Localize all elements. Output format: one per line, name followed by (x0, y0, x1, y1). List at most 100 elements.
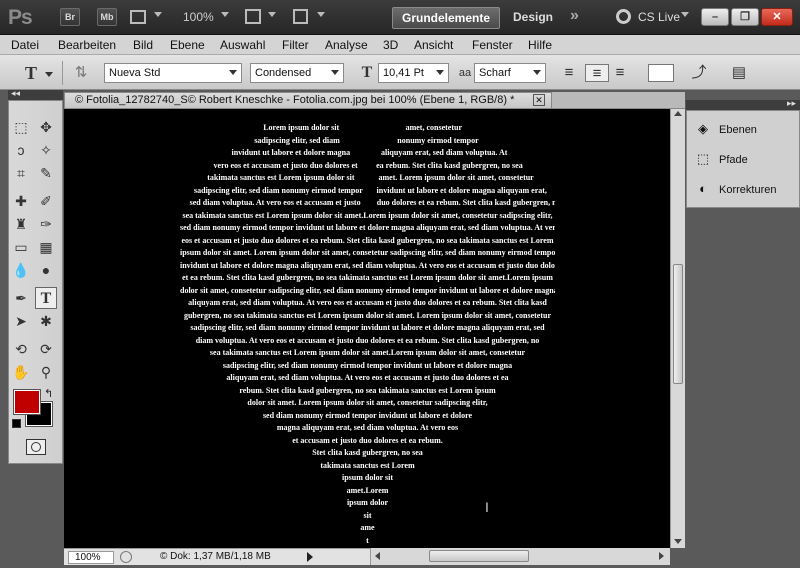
character-panel-icon[interactable]: ▤ (730, 64, 748, 82)
horizontal-scroll-thumb[interactable] (429, 550, 529, 562)
menu-bild[interactable]: Bild (133, 38, 153, 52)
status-share-icon[interactable] (120, 551, 132, 563)
3d-orbit-tool-icon[interactable]: ⟳ (35, 338, 57, 360)
chevron-down-icon[interactable] (681, 12, 689, 17)
crop-tool-icon[interactable]: ⌗ (10, 162, 32, 184)
menu-auswahl[interactable]: Auswahl (220, 38, 265, 52)
marquee-tool-icon[interactable]: ⬚ (10, 116, 32, 138)
text-tool-preset-icon[interactable]: T (22, 64, 40, 82)
scroll-up-icon[interactable] (674, 111, 682, 116)
zoom-level[interactable]: 100% (183, 10, 214, 24)
scroll-down-icon[interactable] (674, 539, 682, 544)
close-document-icon[interactable]: ✕ (533, 94, 545, 106)
menu-3d[interactable]: 3D (383, 38, 398, 52)
healing-brush-tool-icon[interactable]: ✚ (10, 190, 32, 212)
menu-analyse[interactable]: Analyse (325, 38, 368, 52)
3d-rotate-tool-icon[interactable]: ⟲ (10, 338, 32, 360)
workspace-grundelemente-button[interactable]: Grundelemente (392, 7, 500, 29)
film-strip-icon[interactable] (130, 10, 146, 24)
magic-wand-tool-icon[interactable]: ✧ (35, 139, 57, 161)
menu-fenster[interactable]: Fenster (472, 38, 513, 52)
menu-datei[interactable]: Datei (11, 38, 39, 52)
antialias-select[interactable]: Scharf (474, 63, 546, 83)
font-family-select[interactable]: Nueva Std (104, 63, 242, 83)
zoom-tool-icon[interactable]: ⚲ (35, 361, 57, 383)
brush-tool-icon[interactable]: ✐ (35, 190, 57, 212)
text-orientation-icon[interactable]: ⇅ (72, 64, 90, 82)
collapse-icon[interactable]: ◂◂ (11, 88, 20, 99)
default-colors-icon[interactable] (12, 419, 21, 428)
panel-paths[interactable]: ⬚ Pfade (693, 148, 748, 170)
text-line: invidunt ut labore et dolore magna aliqu… (180, 260, 555, 270)
text-fragment: takimata sanctus est Lorem ipsum dolor s… (207, 173, 355, 182)
history-brush-tool-icon[interactable]: ✑ (35, 213, 57, 235)
text-line: sed diam voluptua. At vero eos et accusa… (180, 197, 555, 210)
path-selection-tool-icon[interactable]: ➤ (10, 310, 32, 332)
horizontal-scrollbar[interactable] (370, 548, 670, 565)
scroll-left-icon[interactable] (375, 552, 380, 560)
menu-ebene[interactable]: Ebene (170, 38, 205, 52)
menu-ansicht[interactable]: Ansicht (414, 38, 453, 52)
text-line: sed diam nonumy eirmod tempor invidunt u… (180, 223, 555, 232)
align-center-icon[interactable]: ≡ (585, 64, 609, 82)
type-tool-icon[interactable]: T (35, 287, 57, 309)
heart-shaped-text-layer[interactable]: Lorem ipsum dolor sit amet, consetetur sad… (180, 122, 555, 546)
custom-shape-tool-icon[interactable]: ✱ (35, 310, 57, 332)
align-right-icon[interactable]: ≡ (611, 64, 629, 82)
arrange-documents-icon[interactable] (245, 9, 261, 24)
zoom-field[interactable]: 100% (68, 551, 114, 564)
divider (62, 61, 63, 85)
text-line: dolor sit amet. Lorem ipsum dolor sit am… (247, 398, 488, 407)
status-menu-arrow-icon[interactable] (307, 552, 313, 562)
chevron-down-icon[interactable] (45, 72, 53, 77)
document-tab[interactable]: © Fotolia_12782740_S© Robert Kneschke - … (64, 92, 552, 109)
close-button[interactable]: ✕ (761, 8, 793, 26)
lasso-tool-icon[interactable]: ↄ (10, 139, 32, 161)
text-line: ame (360, 523, 375, 532)
hand-tool-icon[interactable]: ✋ (10, 361, 32, 383)
chevron-down-icon[interactable] (221, 12, 229, 17)
font-size-select[interactable]: 10,41 Pt (378, 63, 449, 83)
clone-stamp-tool-icon[interactable]: ♜ (10, 213, 32, 235)
vertical-scrollbar[interactable] (670, 109, 685, 548)
text-line: t (366, 535, 369, 545)
align-left-icon[interactable]: ≡ (560, 64, 578, 82)
minimize-button[interactable]: – (701, 8, 729, 26)
panel-adjustments[interactable]: ◐ Korrekturen (693, 178, 776, 200)
chevron-down-icon[interactable] (317, 12, 325, 17)
cs-live-icon[interactable] (616, 9, 631, 24)
menu-filter[interactable]: Filter (282, 38, 309, 52)
text-fragment: sadipscing elitr, sed diam (254, 135, 340, 145)
chevron-down-icon[interactable] (154, 12, 162, 17)
workspace-design-button[interactable]: Design (513, 10, 553, 24)
scroll-thumb[interactable] (673, 264, 683, 384)
scroll-right-icon[interactable] (659, 552, 664, 560)
panel-layers[interactable]: ◈ Ebenen (693, 118, 757, 140)
cs-live-button[interactable]: CS Live (638, 10, 680, 24)
font-style-select[interactable]: Condensed (250, 63, 344, 83)
chevron-down-icon[interactable] (268, 12, 276, 17)
dodge-tool-icon[interactable]: ● (35, 259, 57, 281)
screen-mode-icon[interactable] (293, 9, 308, 24)
eraser-tool-icon[interactable]: ▭ (10, 236, 32, 258)
menu-bearbeiten[interactable]: Bearbeiten (58, 38, 116, 52)
foreground-color-swatch[interactable] (13, 389, 41, 415)
text-fragment: invidunt ut labore et dolore magna aliqu… (376, 185, 547, 195)
move-tool-icon[interactable]: ✥ (35, 116, 57, 138)
restore-button[interactable]: ❐ (731, 8, 759, 26)
pen-tool-icon[interactable]: ✒ (10, 287, 32, 309)
mini-bridge-button[interactable]: Mb (97, 8, 117, 26)
warp-text-icon[interactable]: ⤴ (690, 64, 708, 82)
swap-colors-icon[interactable]: ↰ (44, 387, 53, 400)
more-workspaces-icon[interactable]: » (570, 7, 579, 25)
text-color-swatch[interactable] (648, 64, 674, 82)
menu-hilfe[interactable]: Hilfe (528, 38, 552, 52)
tools-panel-header[interactable]: ◂◂ (8, 88, 63, 100)
blur-tool-icon[interactable]: 💧 (10, 259, 32, 281)
panel-dock-header[interactable]: ▸▸ (686, 98, 800, 110)
bridge-button[interactable]: Br (60, 8, 80, 26)
gradient-tool-icon[interactable]: ▦ (35, 236, 57, 258)
eyedropper-tool-icon[interactable]: ✎ (35, 162, 57, 184)
expand-panels-icon[interactable]: ▸▸ (787, 98, 796, 109)
quick-mask-icon[interactable] (26, 439, 46, 455)
